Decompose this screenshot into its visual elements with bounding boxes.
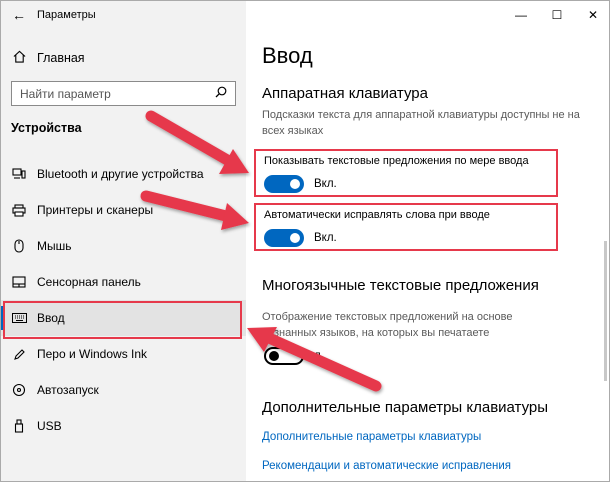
multilingual-toggle-row: л. (264, 347, 324, 365)
toggle-knob (269, 351, 279, 361)
home-icon (1, 50, 37, 66)
suggestions-autocorrections-link[interactable]: Рекомендации и автоматические исправлени… (262, 460, 511, 472)
settings-window: ← Параметры Главная Устройства Bluetooth… (0, 0, 610, 482)
sidebar-item-label: Главная (37, 51, 85, 65)
sidebar: ← Параметры Главная Устройства Bluetooth… (1, 1, 246, 481)
sidebar-item-pen[interactable]: Перо и Windows Ink (1, 336, 246, 372)
sidebar-item-autoplay[interactable]: Автозапуск (1, 372, 246, 408)
touchpad-icon (1, 276, 37, 288)
multilingual-description-line: Отображение текстовых предложений на осн… (262, 311, 513, 323)
bluetooth-devices-icon (1, 168, 37, 180)
titlebar: ← Параметры (1, 1, 246, 29)
close-icon: ✕ (587, 8, 599, 22)
usb-icon (1, 419, 37, 433)
app-title: Параметры (37, 9, 96, 21)
sidebar-nav: Bluetooth и другие устройства Принтеры и… (1, 156, 246, 444)
sidebar-item-label: Сенсорная панель (37, 275, 141, 289)
sidebar-item-bluetooth[interactable]: Bluetooth и другие устройства (1, 156, 246, 192)
sidebar-item-usb[interactable]: USB (1, 408, 246, 444)
maximize-button[interactable]: ☐ (539, 1, 575, 29)
arrow-left-icon: ← (12, 7, 26, 23)
advanced-keyboard-settings-link[interactable]: Дополнительные параметры клавиатуры (262, 431, 481, 443)
back-button[interactable]: ← (1, 1, 37, 29)
maximize-icon: ☐ (551, 8, 563, 22)
multilingual-description-line: познанных языков, на которых вы печатает… (262, 327, 490, 339)
search-input[interactable] (20, 86, 190, 101)
search-icon[interactable] (215, 86, 227, 101)
pen-icon (1, 348, 37, 361)
sidebar-item-label: Принтеры и сканеры (37, 203, 154, 217)
window-controls: — ☐ ✕ (503, 1, 609, 29)
annotation-box-autocorrect (254, 203, 558, 251)
close-button[interactable]: ✕ (575, 1, 609, 29)
sidebar-item-touchpad[interactable]: Сенсорная панель (1, 264, 246, 300)
minimize-button[interactable]: — (503, 1, 539, 29)
mouse-icon (1, 239, 37, 253)
scrollbar[interactable] (604, 241, 607, 381)
annotation-box-typing (3, 301, 242, 339)
multilingual-heading: Многоязычные текстовые предложения (262, 277, 539, 294)
sidebar-item-label: Автозапуск (37, 383, 99, 397)
minimize-icon: — (515, 8, 527, 22)
advanced-heading: Дополнительные параметры клавиатуры (262, 399, 549, 416)
sidebar-item-label: Перо и Windows Ink (37, 347, 148, 361)
page-title: Ввод (262, 43, 313, 68)
search-field[interactable] (11, 81, 236, 106)
autoplay-icon (1, 383, 37, 397)
multilingual-description: Отображение текстовых предложений на осн… (262, 309, 562, 341)
annotation-box-text-suggestions (254, 149, 558, 197)
section-title: Устройства (11, 121, 82, 135)
sidebar-item-home[interactable]: Главная (1, 45, 246, 71)
sidebar-item-printers[interactable]: Принтеры и сканеры (1, 192, 246, 228)
toggle-state: л. (314, 350, 324, 362)
multilingual-toggle[interactable] (264, 347, 304, 365)
sidebar-item-label: Bluetooth и другие устройства (37, 167, 204, 181)
printer-icon (1, 203, 37, 217)
sidebar-item-label: Мышь (37, 239, 72, 253)
sidebar-item-mouse[interactable]: Мышь (1, 228, 246, 264)
sidebar-item-label: USB (37, 419, 62, 433)
hardware-keyboard-description: Подсказки текста для аппаратной клавиату… (262, 109, 580, 137)
hardware-keyboard-heading: Аппаратная клавиатура (262, 85, 428, 102)
